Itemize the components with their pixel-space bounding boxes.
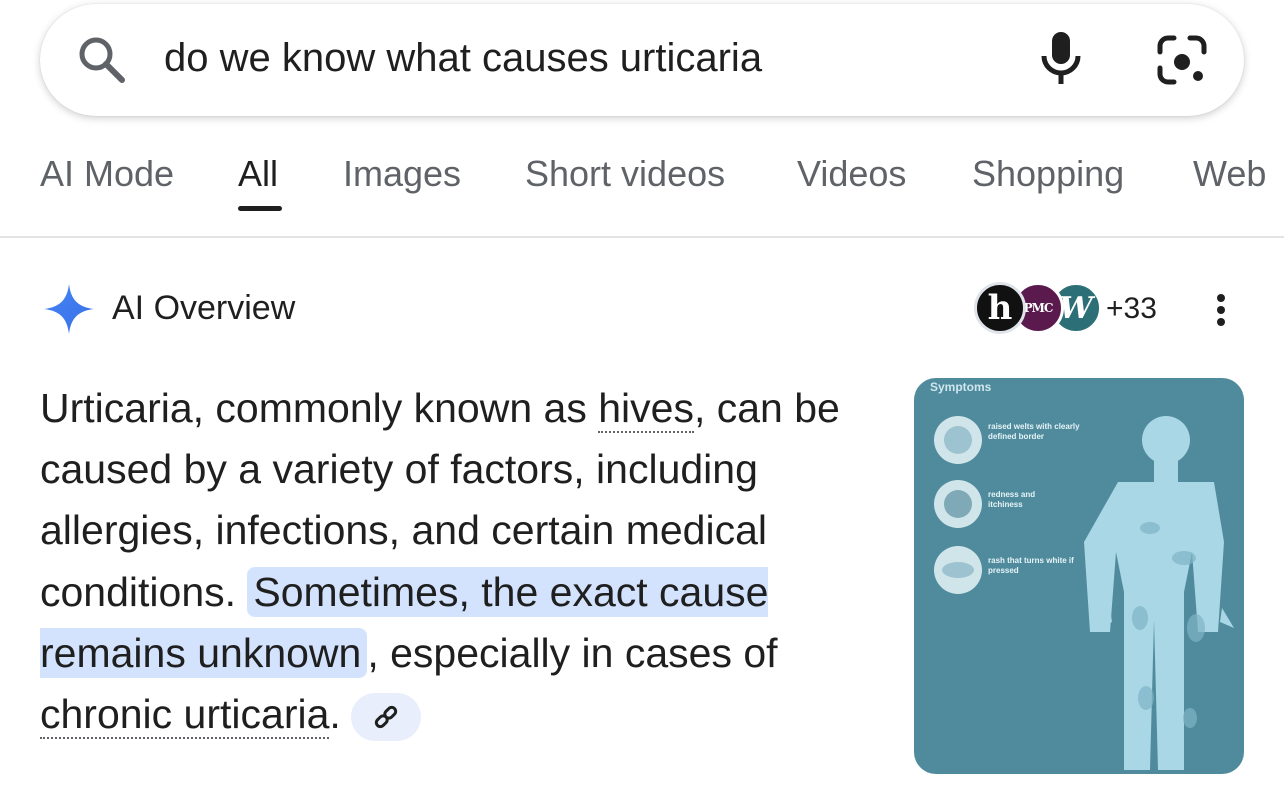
camera-lens-icon[interactable] [1154,32,1210,88]
search-icon[interactable] [76,34,128,86]
chronic-urticaria-link[interactable]: chronic urticaria [40,691,330,740]
text-segment: , especially in cases of [367,629,778,676]
image-label: rash that turns white if pressed [988,556,1074,575]
text-segment: Urticaria, commonly known as [40,385,599,431]
hives-link[interactable]: hives [598,385,694,433]
overview-image[interactable]: Symptoms raised welts with clearly defin… [914,378,1244,774]
tab-images[interactable]: Images [343,152,461,196]
sparkle-icon [44,284,94,334]
link-icon [374,706,397,729]
source-avatar[interactable]: h [974,282,1026,334]
tab-shopping[interactable]: Shopping [972,152,1124,196]
image-label: raised welts with clearly defined border [988,422,1080,441]
search-tabs: AI Mode All Images Short videos Videos S… [0,126,1284,238]
ai-overview-title: AI Overview [112,289,296,327]
search-results-page: do we know what causes urticaria AI Mode… [0,0,1284,800]
tab-short-videos[interactable]: Short videos [525,152,725,196]
active-tab-indicator [238,206,282,211]
ai-overview-text: Urticaria, commonly known as hives, can … [40,378,900,745]
search-input[interactable]: do we know what causes urticaria [164,30,762,86]
source-link-button[interactable] [350,693,421,742]
text-segment: . [329,691,341,738]
microphone-icon[interactable] [1038,30,1084,86]
source-avatars[interactable]: h PMC W [974,282,1114,336]
tab-videos[interactable]: Videos [797,152,906,196]
tab-ai-mode[interactable]: AI Mode [40,152,174,196]
tab-all[interactable]: All [238,152,278,196]
image-label: redness and itchiness [988,490,1036,509]
tab-web[interactable]: Web [1193,152,1266,196]
more-options-icon[interactable] [1206,290,1236,330]
source-count[interactable]: +33 [1106,290,1157,328]
